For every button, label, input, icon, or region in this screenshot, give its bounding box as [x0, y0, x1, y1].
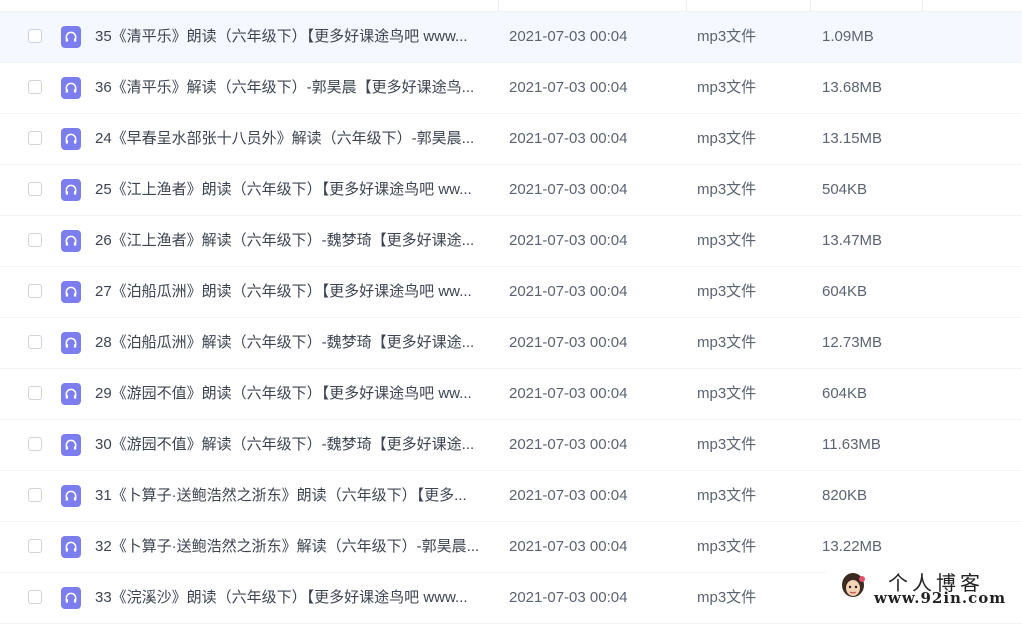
list-header	[0, 0, 1022, 12]
file-size: 820KB	[822, 487, 868, 504]
file-date: 2021-07-03 00:04	[509, 538, 628, 555]
file-size: 12.73MB	[822, 334, 883, 351]
file-type: mp3文件	[697, 130, 757, 147]
file-name[interactable]: 25《江上渔者》朗读（六年级下）【更多好课途鸟吧 ww...	[95, 181, 490, 199]
file-list: 35《清平乐》朗读（六年级下）【更多好课途鸟吧 www... 2021-07-0…	[0, 12, 1022, 624]
headphones-icon	[61, 179, 81, 201]
file-name[interactable]: 24《早春呈水部张十八员外》解读（六年级下）-郭昊晨...	[95, 130, 490, 148]
file-type: mp3文件	[697, 232, 757, 249]
row-checkbox[interactable]	[28, 488, 42, 502]
file-name[interactable]: 32《卜算子·送鲍浩然之浙东》解读（六年级下）-郭昊晨...	[95, 538, 490, 556]
file-size: 1.09MB	[822, 28, 874, 45]
headphones-icon	[61, 536, 81, 558]
file-name[interactable]: 31《卜算子·送鲍浩然之浙东》朗读（六年级下）【更多...	[95, 487, 490, 505]
file-row[interactable]: 26《江上渔者》解读（六年级下）-魏梦琦【更多好课途... 2021-07-03…	[0, 216, 1022, 267]
avatar-icon	[838, 571, 868, 603]
file-row[interactable]: 27《泊船瓜洲》朗读（六年级下）【更多好课途鸟吧 ww... 2021-07-0…	[0, 267, 1022, 318]
file-row[interactable]: 28《泊船瓜洲》解读（六年级下）-魏梦琦【更多好课途... 2021-07-03…	[0, 318, 1022, 369]
file-type: mp3文件	[697, 589, 757, 606]
file-name[interactable]: 30《游园不值》解读（六年级下）-魏梦琦【更多好课途...	[95, 436, 490, 454]
column-divider	[498, 0, 499, 11]
row-checkbox[interactable]	[28, 335, 42, 349]
file-date: 2021-07-03 00:04	[509, 28, 628, 45]
headphones-icon	[61, 230, 81, 252]
file-row[interactable]: 30《游园不值》解读（六年级下）-魏梦琦【更多好课途... 2021-07-03…	[0, 420, 1022, 471]
file-row[interactable]: 35《清平乐》朗读（六年级下）【更多好课途鸟吧 www... 2021-07-0…	[0, 12, 1022, 63]
headphones-icon	[61, 128, 81, 150]
headphones-icon	[61, 77, 81, 99]
file-size: 13.15MB	[822, 130, 883, 147]
headphones-icon	[61, 281, 81, 303]
file-row[interactable]: 36《清平乐》解读（六年级下）-郭昊晨【更多好课途鸟... 2021-07-03…	[0, 63, 1022, 114]
file-name[interactable]: 26《江上渔者》解读（六年级下）-魏梦琦【更多好课途...	[95, 232, 490, 250]
file-date: 2021-07-03 00:04	[509, 79, 628, 96]
file-type: mp3文件	[697, 538, 757, 555]
file-name[interactable]: 35《清平乐》朗读（六年级下）【更多好课途鸟吧 www...	[95, 28, 490, 46]
row-checkbox[interactable]	[28, 182, 42, 196]
row-checkbox[interactable]	[28, 437, 42, 451]
file-size: 604KB	[822, 385, 868, 402]
file-type: mp3文件	[697, 487, 757, 504]
row-checkbox[interactable]	[28, 386, 42, 400]
file-size: 504KB	[822, 181, 868, 198]
file-date: 2021-07-03 00:04	[509, 334, 628, 351]
headphones-icon	[61, 587, 81, 609]
file-type: mp3文件	[697, 436, 757, 453]
watermark: 个人博客 www.92in.com	[826, 567, 1022, 607]
row-checkbox[interactable]	[28, 539, 42, 553]
file-name[interactable]: 27《泊船瓜洲》朗读（六年级下）【更多好课途鸟吧 ww...	[95, 283, 490, 301]
file-date: 2021-07-03 00:04	[509, 436, 628, 453]
file-date: 2021-07-03 00:04	[509, 589, 628, 606]
watermark-url: www.92in.com	[874, 589, 1007, 607]
row-checkbox[interactable]	[28, 29, 42, 43]
file-size: 13.22MB	[822, 538, 883, 555]
row-checkbox[interactable]	[28, 284, 42, 298]
file-type: mp3文件	[697, 385, 757, 402]
file-type: mp3文件	[697, 334, 757, 351]
column-divider	[810, 0, 811, 11]
headphones-icon	[61, 434, 81, 456]
headphones-icon	[61, 485, 81, 507]
headphones-icon	[61, 383, 81, 405]
file-row[interactable]: 25《江上渔者》朗读（六年级下）【更多好课途鸟吧 ww... 2021-07-0…	[0, 165, 1022, 216]
row-checkbox[interactable]	[28, 131, 42, 145]
file-date: 2021-07-03 00:04	[509, 283, 628, 300]
file-type: mp3文件	[697, 79, 757, 96]
file-date: 2021-07-03 00:04	[509, 385, 628, 402]
file-date: 2021-07-03 00:04	[509, 487, 628, 504]
file-date: 2021-07-03 00:04	[509, 232, 628, 249]
file-row[interactable]: 24《早春呈水部张十八员外》解读（六年级下）-郭昊晨... 2021-07-03…	[0, 114, 1022, 165]
headphones-icon	[61, 332, 81, 354]
file-row[interactable]: 32《卜算子·送鲍浩然之浙东》解读（六年级下）-郭昊晨... 2021-07-0…	[0, 522, 1022, 573]
file-type: mp3文件	[697, 283, 757, 300]
file-size: 604KB	[822, 283, 868, 300]
column-divider	[686, 0, 687, 11]
headphones-icon	[61, 26, 81, 48]
file-type: mp3文件	[697, 181, 757, 198]
column-divider	[922, 0, 923, 11]
file-name[interactable]: 36《清平乐》解读（六年级下）-郭昊晨【更多好课途鸟...	[95, 79, 490, 97]
file-date: 2021-07-03 00:04	[509, 181, 628, 198]
file-name[interactable]: 33《浣溪沙》朗读（六年级下）【更多好课途鸟吧 www...	[95, 589, 490, 607]
file-row[interactable]: 29《游园不值》朗读（六年级下）【更多好课途鸟吧 ww... 2021-07-0…	[0, 369, 1022, 420]
file-type: mp3文件	[697, 28, 757, 45]
file-row[interactable]: 31《卜算子·送鲍浩然之浙东》朗读（六年级下）【更多... 2021-07-03…	[0, 471, 1022, 522]
file-size: 13.47MB	[822, 232, 883, 249]
file-size: 11.63MB	[822, 436, 881, 453]
file-name[interactable]: 28《泊船瓜洲》解读（六年级下）-魏梦琦【更多好课途...	[95, 334, 490, 352]
file-size: 13.68MB	[822, 79, 883, 96]
file-name[interactable]: 29《游园不值》朗读（六年级下）【更多好课途鸟吧 ww...	[95, 385, 490, 403]
row-checkbox[interactable]	[28, 590, 42, 604]
row-checkbox[interactable]	[28, 80, 42, 94]
row-checkbox[interactable]	[28, 233, 42, 247]
file-date: 2021-07-03 00:04	[509, 130, 628, 147]
